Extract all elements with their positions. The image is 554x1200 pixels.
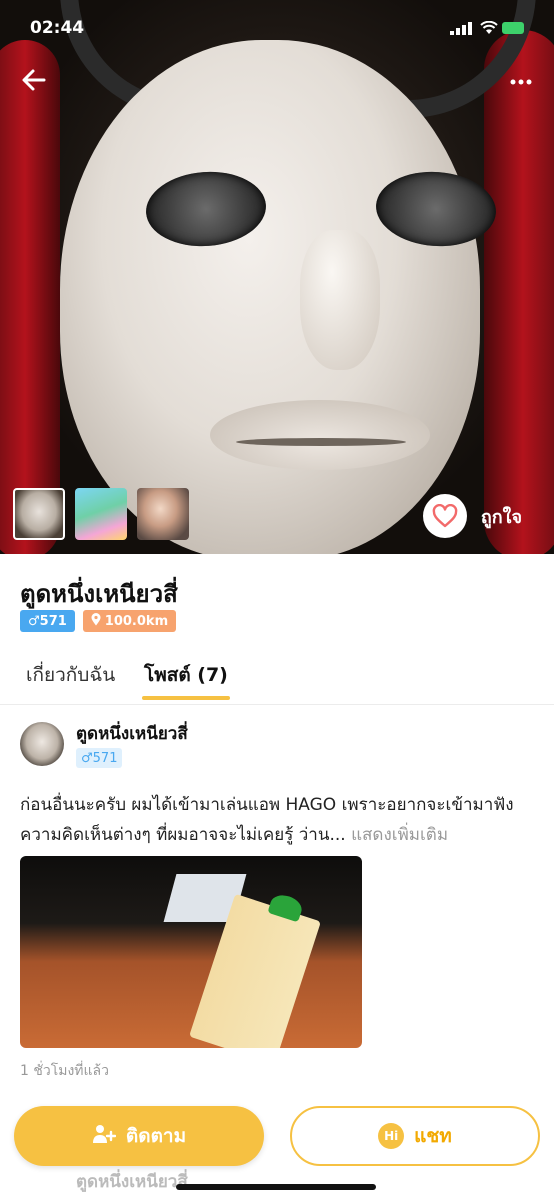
photo-thumbnail-1[interactable]: [13, 488, 65, 540]
gender-badge: ♂571: [20, 610, 75, 632]
post-author[interactable]: ตูดหนึ่งเหนียวสี่: [76, 720, 188, 747]
active-tab-indicator: [142, 696, 230, 700]
signal-icon: [450, 22, 472, 35]
chat-label: แชท: [414, 1125, 452, 1147]
like-control[interactable]: ถูกใจ: [422, 494, 522, 538]
tab-posts[interactable]: โพสต์ (7): [144, 660, 228, 690]
mask-lip: [236, 438, 406, 446]
tab-about[interactable]: เกี่ยวกับฉัน: [26, 660, 115, 690]
bottom-action-bar: ตูดหนึ่งเหนียวสี่ ติดตาม Hi แชท: [0, 1096, 554, 1200]
home-indicator: [176, 1184, 376, 1190]
profile-badges: ♂571 100.0km: [20, 610, 177, 632]
status-time: 02:44: [30, 18, 85, 38]
chat-button[interactable]: Hi แชท: [290, 1106, 540, 1166]
like-label: ถูกใจ: [480, 506, 522, 528]
photo-thumbnails: [13, 488, 189, 540]
post-gender-badge: ♂571: [76, 748, 123, 768]
back-arrow-icon[interactable]: [20, 66, 56, 102]
helmet-right: [484, 30, 554, 554]
photo-thumbnail-2[interactable]: [75, 488, 127, 540]
wifi-icon: [480, 20, 498, 39]
avatar[interactable]: [20, 722, 64, 766]
helmet-left: [0, 40, 60, 554]
distance-value: 100.0km: [104, 613, 169, 629]
location-pin-icon: [91, 612, 101, 630]
mask-face: [60, 40, 499, 554]
mask-nose: [300, 230, 380, 370]
post-photo[interactable]: [20, 856, 362, 1048]
add-user-icon: [92, 1124, 117, 1149]
see-more-link[interactable]: แสดงเพิ่มเติม: [351, 825, 448, 845]
photo-thumbnail-3[interactable]: [137, 488, 189, 540]
chat-hi-icon: Hi: [378, 1123, 405, 1149]
follow-button[interactable]: ติดตาม: [14, 1106, 264, 1166]
divider: [0, 704, 554, 705]
distance-badge: 100.0km: [82, 610, 177, 632]
heart-icon[interactable]: [422, 494, 467, 538]
post-timestamp: 1 ชั่วโมงที่แล้ว: [20, 1063, 109, 1079]
post-text: ก่อนอื่นนะครับ ผมได้เข้ามาเล่นแอพ HAGO เ…: [20, 790, 540, 850]
profile-tabs: เกี่ยวกับฉัน โพสต์ (7): [0, 650, 554, 702]
follow-label: ติดตาม: [125, 1125, 187, 1147]
mask-eye-left: [143, 167, 269, 251]
next-post-author: ตูดหนึ่งเหนียวสี่: [76, 1172, 188, 1192]
profile-name: ตูดหนึ่งเหนียวสี่: [20, 580, 178, 608]
battery-icon: [502, 22, 524, 34]
profile-photo-hero[interactable]: 02:44 ถูกใจ: [0, 0, 554, 554]
status-bar: 02:44: [0, 18, 554, 44]
more-options-icon[interactable]: [510, 66, 532, 91]
mask-mouth: [210, 400, 430, 470]
